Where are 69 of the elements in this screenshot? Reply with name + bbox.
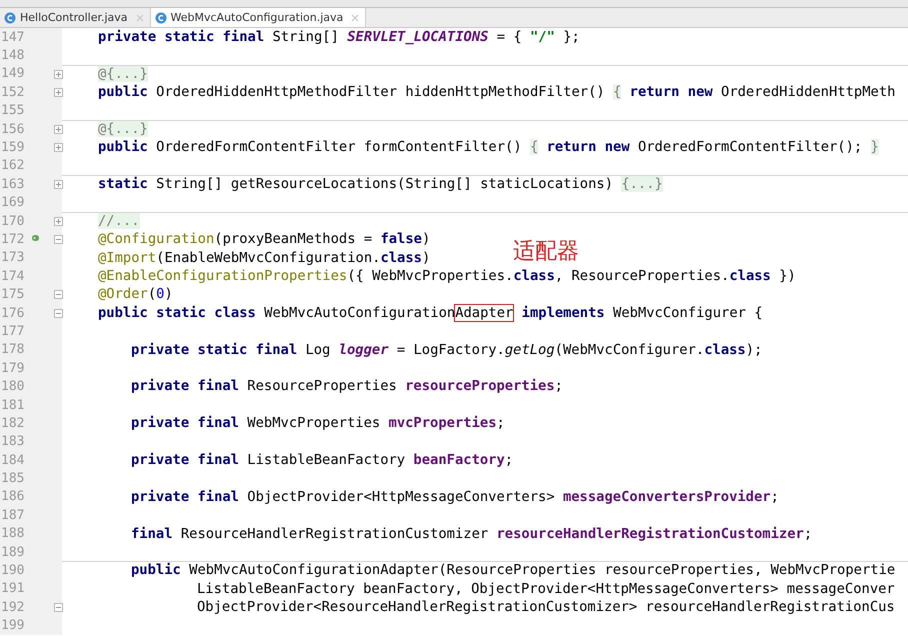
line-number: 172 (0, 232, 26, 247)
close-icon[interactable] (136, 14, 144, 22)
line-number: 187 (0, 508, 26, 523)
line-number: 177 (0, 324, 26, 339)
class-icon (154, 12, 167, 24)
fold-icon[interactable] (54, 124, 63, 134)
fold-icon[interactable] (54, 235, 63, 244)
fold-icon[interactable] (54, 308, 63, 318)
line-number: 147 (0, 30, 26, 45)
code-line: public OrderedFormContentFilter formContentFilter() { return new OrderedFormContentFilter(); } (98, 139, 879, 156)
line-number: 159 (0, 140, 26, 156)
line-number: 174 (0, 268, 26, 284)
fold-icon[interactable] (54, 603, 63, 612)
code-line: private final ObjectProvider<HttpMessageConverters> messageConvertersProvider; (131, 488, 779, 505)
line-number: 190 (0, 563, 26, 578)
line-number: 148 (0, 48, 26, 64)
code-line: private final ResourceProperties resourceProperties; (131, 378, 563, 394)
file-tab[interactable]: WebMvcAutoConfiguration.java (150, 8, 366, 27)
line-number: 162 (0, 158, 26, 174)
code-line: private static final String[] SERVLET_LOCATIONS = { "/" }; (98, 29, 580, 45)
code-line: public OrderedHiddenHttpMethodFilter hiddenHttpMethodFilter() { return new OrderedHiddenHttpMeth (98, 84, 896, 100)
line-number: 179 (0, 360, 26, 376)
line-number: 170 (0, 214, 26, 229)
line-number: 188 (0, 526, 26, 542)
class-icon (4, 12, 16, 24)
line-number: 185 (0, 471, 26, 486)
line-number: 186 (0, 489, 26, 504)
line-number: 155 (0, 103, 26, 118)
code-line: ObjectProvider<ResourceHandlerRegistrationCustomizer> resourceHandlerRegistrationCus (197, 599, 895, 616)
line-number: 199 (0, 618, 26, 634)
code-line: private final WebMvcProperties mvcProperties; (131, 415, 505, 432)
line-number: 149 (0, 66, 26, 82)
fold-icon[interactable] (54, 143, 63, 152)
code-line: private static final Log logger = LogFactory.getLog(WebMvcConfigurer.class); (131, 342, 762, 358)
annotation-note: 适配器 (513, 238, 579, 266)
line-number: 163 (0, 176, 26, 192)
code-line: @Order(0) (98, 286, 173, 302)
line-number: 182 (0, 416, 26, 431)
code-line: ListableBeanFactory beanFactory, ObjectProvider<HttpMessageConverters> messageConver (197, 580, 895, 597)
line-number: 175 (0, 287, 26, 302)
code-line: public WebMvcAutoConfigurationAdapter(ResourceProperties resourceProperties, WebMvcPropertie (131, 562, 896, 578)
line-number: 178 (0, 342, 26, 358)
code-line: final ResourceHandlerRegistrationCustomizer resourceHandlerRegistrationCustomizer; (131, 526, 812, 542)
code-line: static String[] getResourceLocations(String[] staticLocations) {...} (98, 176, 663, 192)
line-number: 176 (0, 306, 26, 321)
file-tab[interactable]: HelloController.java (0, 8, 151, 27)
code-line: @EnableConfigurationProperties({ WebMvcProperties.class, ResourceProperties.class }) (98, 268, 796, 284)
fold-icon[interactable] (54, 216, 63, 226)
fold-icon[interactable] (54, 88, 63, 98)
line-number: 183 (0, 434, 26, 450)
line-number: 189 (0, 544, 26, 560)
line-number: 152 (0, 84, 26, 100)
fold-icon[interactable] (54, 290, 63, 300)
line-number: 156 (0, 122, 26, 137)
code-line: private final ListableBeanFactory beanFactory; (131, 452, 514, 468)
code-line: public static class WebMvcAutoConfigurationAdapter implements WebMvcConfigurer { (98, 304, 763, 321)
code-line: @Import(EnableWebMvcConfiguration.class) (98, 250, 430, 266)
line-number: 191 (0, 581, 26, 596)
line-number: 181 (0, 398, 26, 412)
line-number: 169 (0, 195, 26, 210)
line-number: 180 (0, 379, 26, 394)
bean-icon[interactable] (31, 234, 40, 242)
fold-icon[interactable] (54, 70, 63, 79)
fold-icon[interactable] (54, 180, 63, 190)
line-number: 173 (0, 250, 26, 266)
line-number: 184 (0, 452, 26, 468)
close-icon[interactable] (351, 14, 360, 22)
code-line: @Configuration(proxyBeanMethods = false) (98, 231, 430, 248)
line-number: 192 (0, 600, 26, 615)
